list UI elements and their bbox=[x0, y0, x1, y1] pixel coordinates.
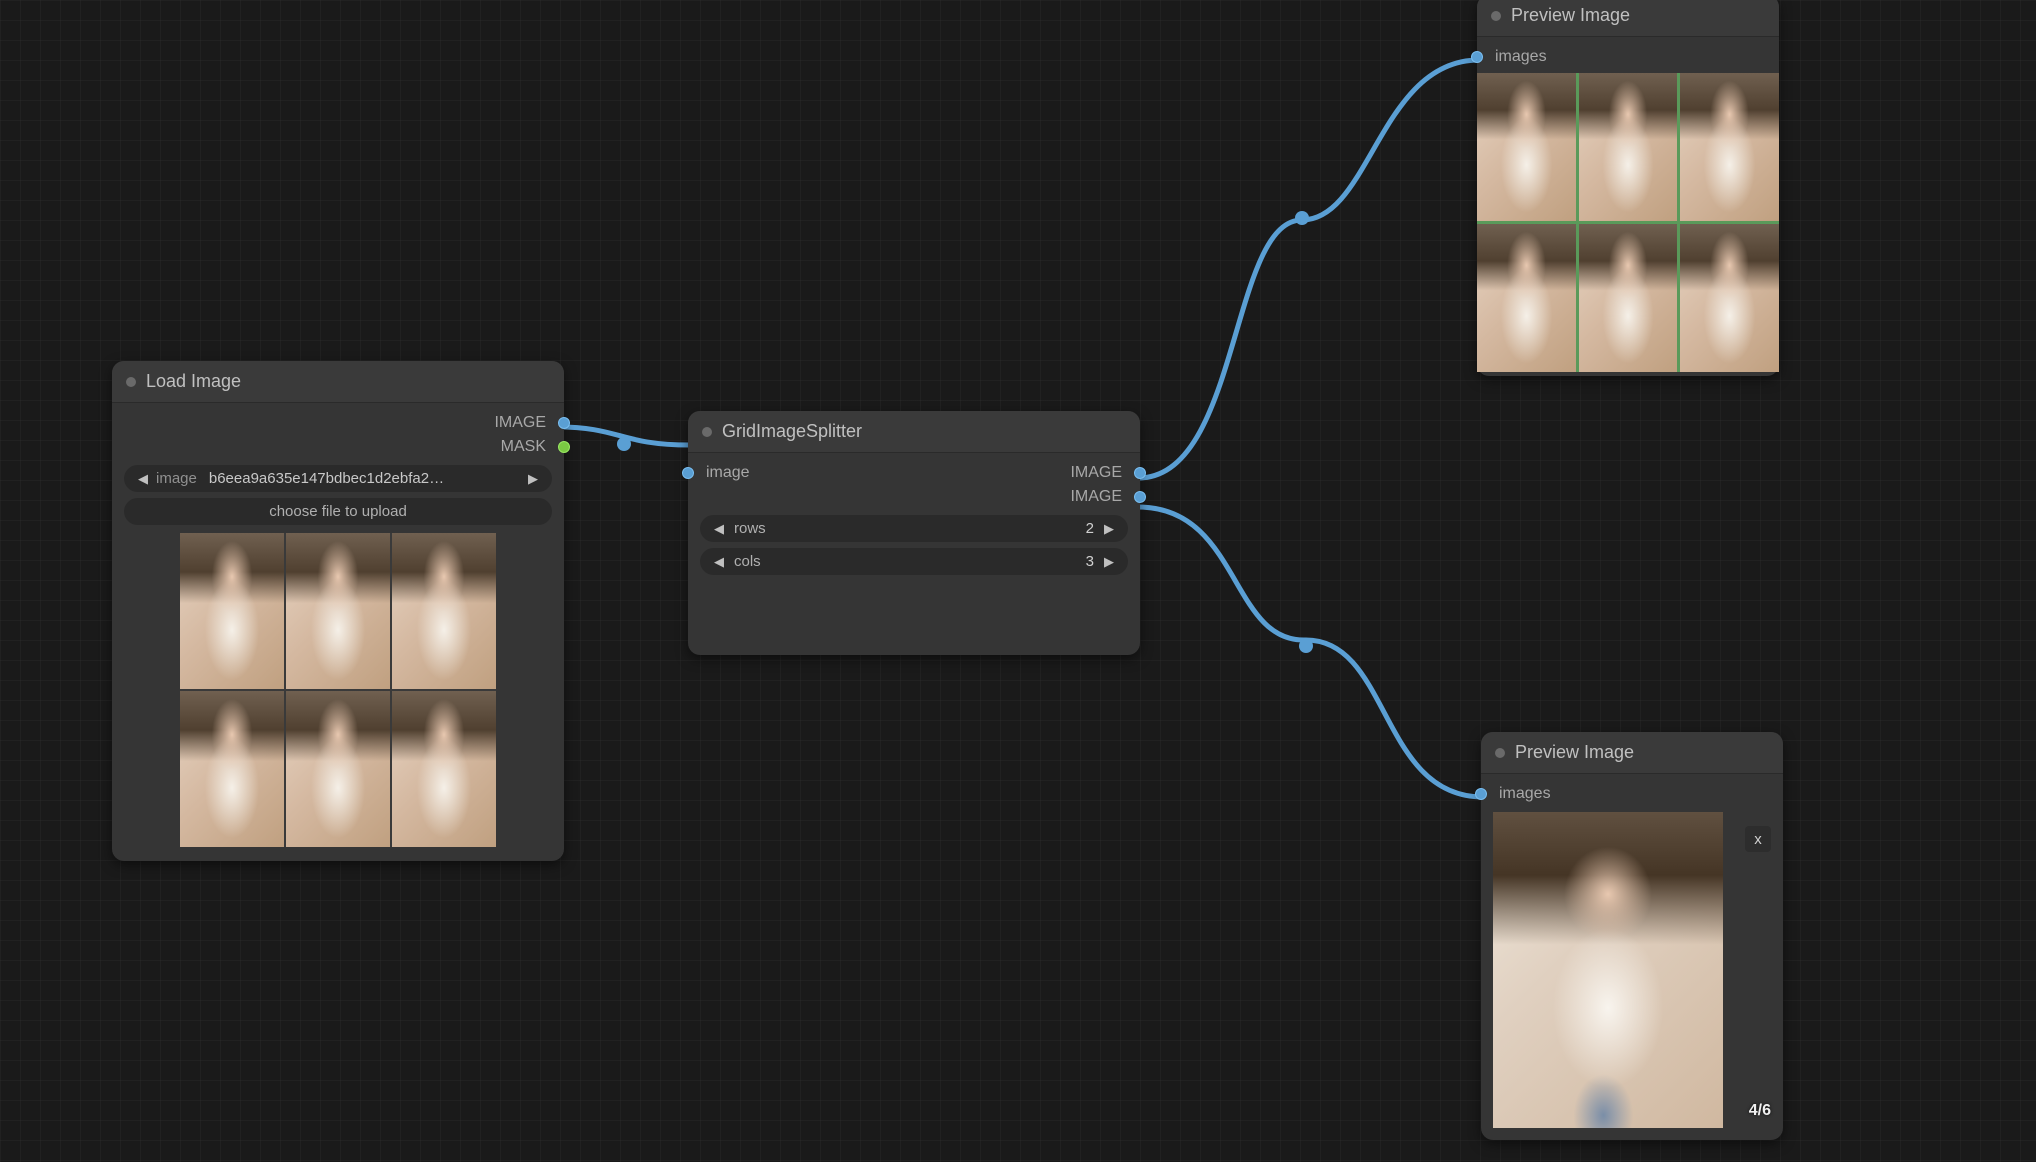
rows-widget[interactable]: ◀ rows 2 ▶ bbox=[700, 515, 1128, 542]
output-port-image-2[interactable]: IMAGE bbox=[700, 485, 1128, 509]
node-title: Load Image bbox=[146, 371, 241, 392]
status-dot-icon bbox=[1491, 11, 1501, 21]
port-dot-icon[interactable] bbox=[1471, 51, 1483, 63]
node-header[interactable]: Load Image bbox=[112, 361, 564, 403]
grid-cell bbox=[392, 691, 496, 847]
preview-image-slideshow[interactable]: x 4/6 bbox=[1493, 812, 1771, 1128]
upload-button[interactable]: choose file to upload bbox=[124, 498, 552, 525]
grid-cell bbox=[180, 533, 284, 689]
node-header[interactable]: Preview Image bbox=[1477, 0, 1779, 37]
grid-cell bbox=[1579, 73, 1678, 221]
grid-cell bbox=[1579, 224, 1678, 372]
node-header[interactable]: Preview Image bbox=[1481, 732, 1783, 774]
preview-image-grid[interactable] bbox=[1477, 73, 1779, 372]
output-port-image-1[interactable]: IMAGE bbox=[700, 461, 1128, 485]
input-port-images[interactable]: images bbox=[1477, 45, 1779, 69]
loaded-image-preview bbox=[124, 533, 552, 847]
node-title: Preview Image bbox=[1515, 742, 1634, 763]
port-dot-icon[interactable] bbox=[1134, 467, 1146, 479]
arrow-right-icon[interactable]: ▶ bbox=[1102, 521, 1116, 537]
port-dot-icon[interactable] bbox=[558, 417, 570, 429]
output-port-mask[interactable]: MASK bbox=[124, 435, 552, 459]
grid-cell bbox=[1477, 73, 1576, 221]
grid-cell bbox=[1680, 73, 1779, 221]
node-preview-image-bottom[interactable]: Preview Image images x 4/6 bbox=[1481, 732, 1783, 1140]
node-grid-image-splitter[interactable]: GridImageSplitter image IMAGE IMAGE ◀ ro… bbox=[688, 411, 1140, 655]
port-dot-icon[interactable] bbox=[1475, 788, 1487, 800]
image-combo-widget[interactable]: ◀ image b6eea9a635e147bdbec1d2ebfa2… ▶ bbox=[124, 465, 552, 492]
status-dot-icon bbox=[1495, 748, 1505, 758]
grid-cell bbox=[392, 533, 496, 689]
status-dot-icon bbox=[126, 377, 136, 387]
arrow-right-icon[interactable]: ▶ bbox=[1102, 554, 1116, 570]
input-port-images[interactable]: images bbox=[1493, 782, 1771, 806]
node-preview-image-top[interactable]: Preview Image images bbox=[1477, 0, 1779, 376]
grid-cell bbox=[286, 691, 390, 847]
arrow-left-icon[interactable]: ◀ bbox=[136, 471, 150, 487]
grid-cell bbox=[180, 691, 284, 847]
port-dot-icon[interactable] bbox=[1134, 491, 1146, 503]
node-title: Preview Image bbox=[1511, 5, 1630, 26]
arrow-left-icon[interactable]: ◀ bbox=[712, 554, 726, 570]
grid-cell bbox=[1477, 224, 1576, 372]
grid-cell bbox=[1680, 224, 1779, 372]
preview-image bbox=[1493, 812, 1723, 1128]
status-dot-icon bbox=[702, 427, 712, 437]
image-counter: 4/6 bbox=[1749, 1102, 1771, 1120]
node-load-image[interactable]: Load Image IMAGE MASK ◀ image b6eea9a635… bbox=[112, 361, 564, 861]
port-dot-icon[interactable] bbox=[558, 441, 570, 453]
close-icon: x bbox=[1754, 831, 1762, 848]
output-port-image[interactable]: IMAGE bbox=[124, 411, 552, 435]
node-title: GridImageSplitter bbox=[722, 421, 862, 442]
arrow-left-icon[interactable]: ◀ bbox=[712, 521, 726, 537]
grid-cell bbox=[286, 533, 390, 689]
cols-widget[interactable]: ◀ cols 3 ▶ bbox=[700, 548, 1128, 575]
node-header[interactable]: GridImageSplitter bbox=[688, 411, 1140, 453]
port-dot-icon[interactable] bbox=[682, 467, 694, 479]
arrow-right-icon[interactable]: ▶ bbox=[526, 471, 540, 487]
close-button[interactable]: x bbox=[1745, 826, 1771, 852]
